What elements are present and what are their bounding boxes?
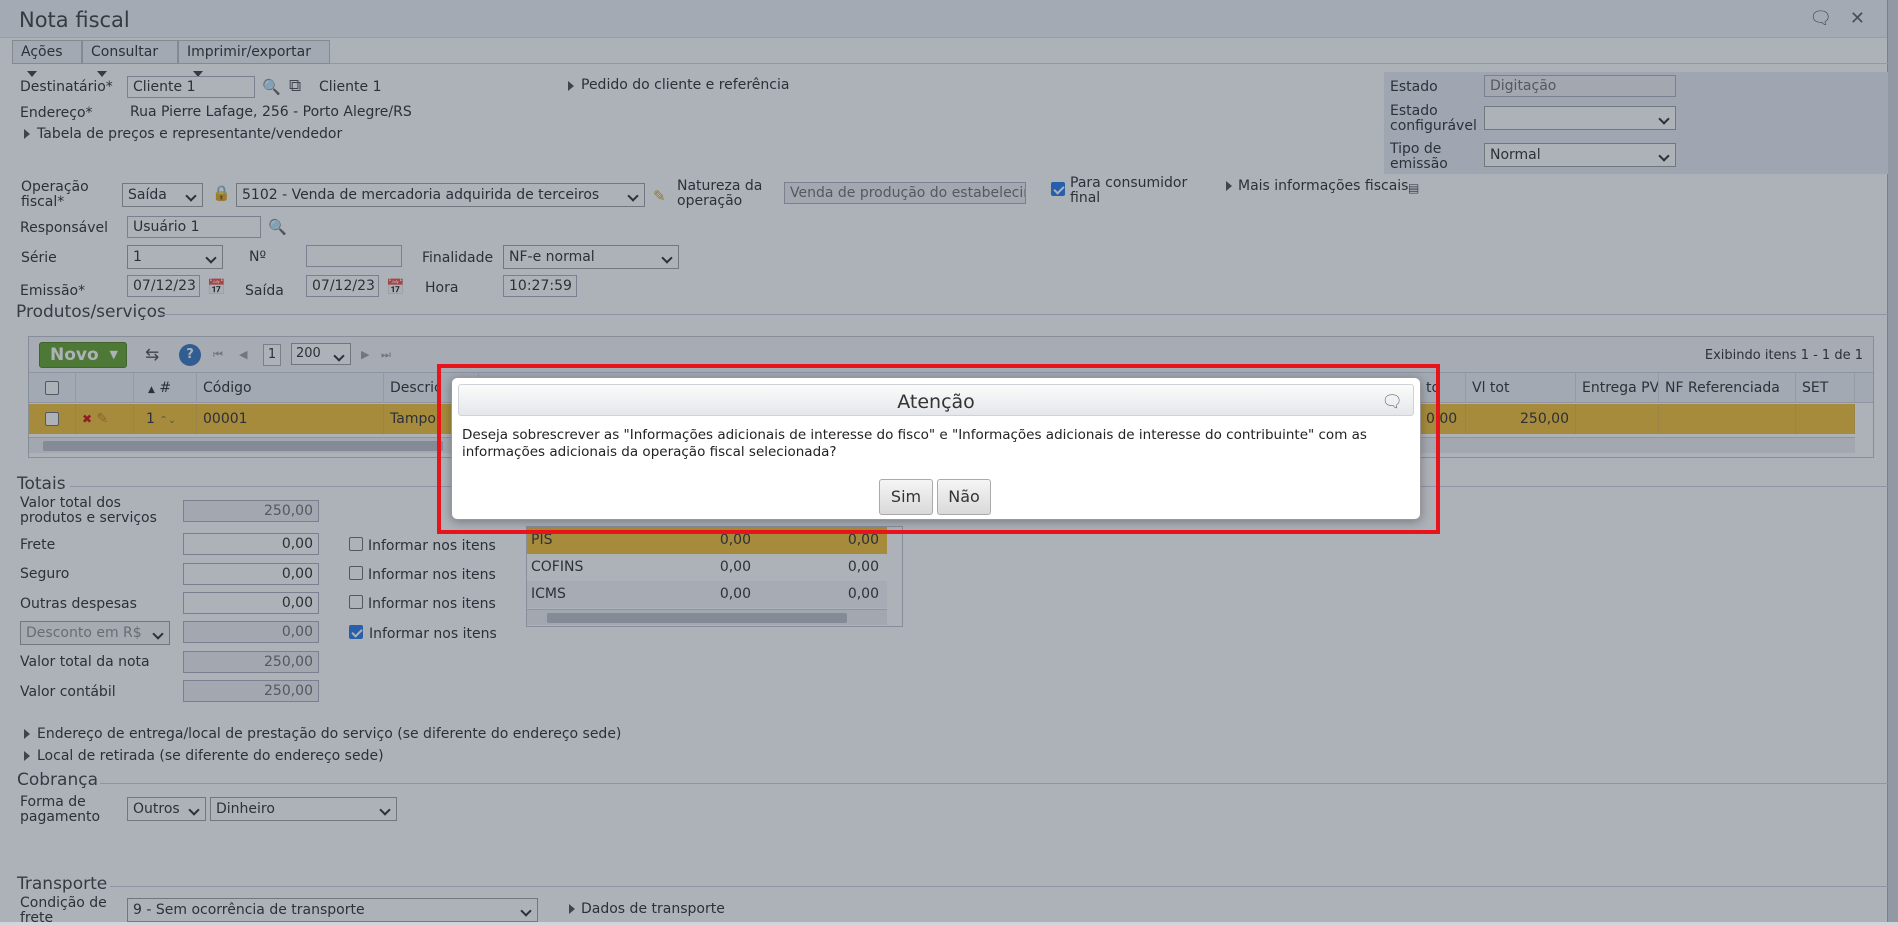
dialog-title-bar: Atenção 🗨 [458,384,1414,416]
dialog-message: Deseja sobrescrever as "Informações adic… [462,427,1367,460]
dialog-title: Atenção [897,391,975,413]
sim-button[interactable]: Sim [879,479,933,515]
chat-icon[interactable]: 🗨 [1381,385,1403,419]
nao-button[interactable]: Não [937,479,991,515]
confirm-dialog: Atenção 🗨 Deseja sobrescrever as "Inform… [451,377,1421,520]
